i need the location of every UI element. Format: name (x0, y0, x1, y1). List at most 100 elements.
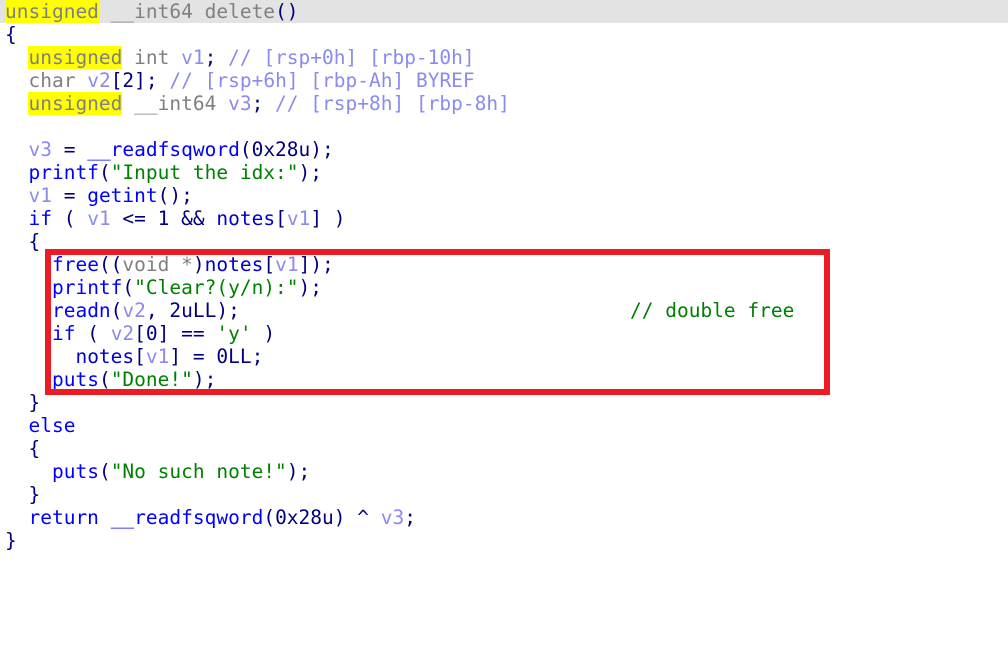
brace-open: { (28, 437, 41, 460)
operator-and: && (169, 207, 217, 230)
variable-v1[interactable]: v1 (181, 46, 204, 69)
variable-v3[interactable]: v3 (381, 506, 404, 529)
code-line-close-brace-else[interactable]: } (0, 483, 1008, 506)
keyword-char: char (28, 69, 76, 92)
code-line-close-brace-function[interactable]: } (0, 529, 1008, 552)
bracket-close: ] (298, 253, 311, 276)
code-line-return[interactable]: return __readfsqword(0x28u) ^ v3; (0, 506, 1008, 529)
code-line-decl-v2[interactable]: char v2[2]; // [rsp+6h] [rbp-Ah] BYREF (0, 69, 1008, 92)
variable-v1[interactable]: v1 (28, 184, 51, 207)
paren-open: ( (122, 276, 135, 299)
paren-close-semicolon: ); (298, 161, 323, 184)
paren-open: ( (98, 161, 111, 184)
code-line-printf-clear[interactable]: printf("Clear?(y/n):"); (0, 276, 1008, 299)
code-line-puts-done[interactable]: puts("Done!"); (0, 368, 1008, 391)
variable-v2[interactable]: v2 (111, 322, 134, 345)
string-no-such-note: "No such note!" (110, 460, 287, 483)
paren-close-semicolon: ); (298, 276, 323, 299)
function-puts[interactable]: puts (52, 460, 99, 483)
paren-close-semicolon: ); (286, 460, 311, 483)
code-line-open-brace-else[interactable]: { (0, 437, 1008, 460)
keyword-if: if (28, 207, 52, 230)
annotation-double-free-comment: // double free (630, 299, 795, 322)
operator-xor: ^ (345, 506, 381, 529)
code-line-readn[interactable]: readn(v2, 2uLL); (0, 299, 1008, 322)
function-getint[interactable]: getint (87, 184, 157, 207)
code-line-notes-zero[interactable]: notes[v1] = 0LL; (0, 345, 1008, 368)
function-name-delete[interactable]: delete (205, 0, 275, 23)
function-puts[interactable]: puts (52, 368, 99, 391)
number-1: 1 (157, 207, 170, 230)
code-line-decl-v3[interactable]: unsigned __int64 v3; // [rsp+8h] [rbp-8h… (0, 92, 1008, 115)
array-dims: [2] (110, 69, 146, 92)
variable-v3[interactable]: v3 (28, 138, 51, 161)
bracket-close: ] (169, 345, 182, 368)
operator-assign: = (51, 184, 88, 207)
brace-open: { (28, 230, 41, 253)
global-notes[interactable]: notes (205, 253, 264, 276)
bracket-close: ] (310, 207, 323, 230)
function-readfsqword[interactable]: __readfsqword (111, 506, 264, 529)
variable-v2[interactable]: v2 (122, 299, 145, 322)
brace-close: } (5, 529, 17, 552)
code-line-if-inner[interactable]: if ( v2[0] == 'y' ) (0, 322, 1008, 345)
code-line-if-outer[interactable]: if ( v1 <= 1 && notes[v1] ) (0, 207, 1008, 230)
operator-equals: == (169, 322, 217, 345)
paren-open: ( (110, 299, 123, 322)
paren-open: ( (98, 368, 111, 391)
code-line-close-brace-if[interactable]: } (0, 391, 1008, 414)
code-line-signature[interactable]: unsigned __int64 delete() (0, 0, 1008, 23)
variable-v1[interactable]: v1 (287, 207, 310, 230)
semicolon: ; (251, 92, 264, 115)
keyword-unsigned-highlighted: unsigned (28, 46, 123, 69)
code-line-decl-v1[interactable]: unsigned int v1; // [rsp+0h] [rbp-10h] (0, 46, 1008, 69)
variable-v1[interactable]: v1 (87, 207, 110, 230)
function-printf[interactable]: printf (28, 161, 98, 184)
code-line-v3-assign[interactable]: v3 = __readfsqword(0x28u); (0, 138, 1008, 161)
keyword-unsigned-highlighted: unsigned (28, 92, 123, 115)
pseudocode-view[interactable]: unsigned __int64 delete() { unsigned int… (0, 0, 1008, 655)
function-printf[interactable]: printf (52, 276, 122, 299)
keyword-unsigned-highlighted: unsigned (5, 0, 99, 23)
parens-semicolon: (); (157, 184, 193, 207)
paren-close-cast: ) (192, 253, 205, 276)
code-line-free[interactable]: free((void *)notes[v1]); (0, 253, 1008, 276)
stack-offset-comment: [rsp+8h] [rbp-8h] (310, 92, 510, 115)
parentheses: () (275, 0, 299, 23)
code-line-printf-idx[interactable]: printf("Input the idx:"); (0, 161, 1008, 184)
code-line-open-brace[interactable]: { (0, 23, 1008, 46)
semicolon: ; (251, 345, 264, 368)
variable-v1[interactable]: v1 (275, 253, 298, 276)
code-line-puts-nosuch[interactable]: puts("No such note!"); (0, 460, 1008, 483)
comment-slashes: // (157, 69, 205, 92)
paren-open: ( (51, 207, 88, 230)
global-notes[interactable]: notes (216, 207, 275, 230)
paren-open: ( (239, 138, 252, 161)
code-line-else[interactable]: else (0, 414, 1008, 437)
variable-v3[interactable]: v3 (228, 92, 251, 115)
function-readn[interactable]: readn (52, 299, 111, 322)
variable-v1[interactable]: v1 (146, 345, 169, 368)
function-free[interactable]: free (52, 253, 99, 276)
global-notes[interactable]: notes (75, 345, 134, 368)
semicolon: ; (145, 69, 158, 92)
bracket-open: [ (134, 345, 146, 368)
stack-offset-comment: [rsp+6h] [rbp-Ah] BYREF (204, 69, 475, 92)
code-line-open-brace-if[interactable]: { (0, 230, 1008, 253)
code-line-v1-assign[interactable]: v1 = getint(); (0, 184, 1008, 207)
function-readfsqword[interactable]: __readfsqword (87, 138, 240, 161)
variable-v2[interactable]: v2 (87, 69, 110, 92)
brace-open: { (5, 23, 17, 46)
semicolon: ; (404, 506, 416, 529)
paren-open: ( (98, 460, 111, 483)
